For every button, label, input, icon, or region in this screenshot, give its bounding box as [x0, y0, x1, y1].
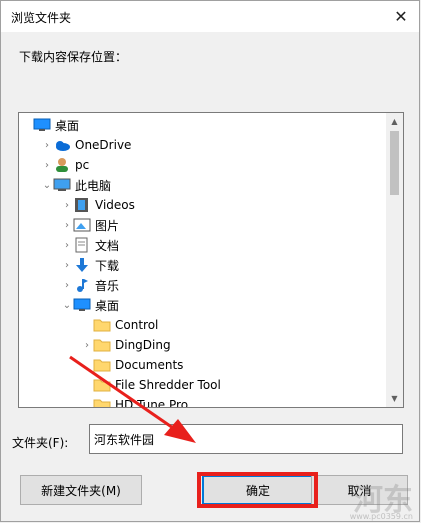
chevron-right-icon[interactable]: ›: [61, 235, 73, 255]
folder-icon: [93, 397, 111, 407]
tree-item-label: 文档: [95, 238, 120, 253]
folder-icon: [93, 317, 111, 333]
tree-item[interactable]: › DingDing: [19, 335, 387, 355]
tree-rows: 桌面 › OneDrive › pc ⌄ 此电脑 › Videos › 图片 › 文档 › 下载 › 音乐 ⌄ 桌面…: [19, 115, 387, 408]
tree-item[interactable]: › 音乐: [19, 275, 387, 295]
tree-item[interactable]: Control: [19, 315, 387, 335]
no-expander: [81, 355, 93, 375]
tree-item-label: Videos: [95, 198, 135, 212]
folder-icon: [93, 357, 111, 373]
tree-item[interactable]: › OneDrive: [19, 135, 387, 155]
prompt-text: 下载内容保存位置：: [19, 50, 128, 64]
no-expander: [81, 395, 93, 407]
chevron-right-icon[interactable]: ›: [61, 195, 73, 215]
no-expander: [81, 315, 93, 335]
scroll-thumb[interactable]: [390, 131, 399, 195]
videos-icon: [73, 197, 91, 213]
tree-item-label: pc: [75, 158, 90, 172]
tree-item-label: OneDrive: [75, 138, 132, 152]
chevron-right-icon[interactable]: ›: [41, 135, 53, 155]
browse-folder-dialog: 浏览文件夹 ✕ 下载内容保存位置： 桌面 › OneDrive › pc ⌄ 此电脑 › Vid…: [0, 0, 420, 522]
close-icon[interactable]: ✕: [387, 3, 415, 30]
pictures-icon: [73, 217, 91, 233]
tree-item-label: 桌面: [55, 118, 80, 133]
tree-item[interactable]: HD Tune Pro: [19, 395, 387, 408]
user-icon: [53, 157, 71, 173]
tree-item-label: DingDing: [115, 338, 171, 352]
folder-field-label: 文件夹(F):: [12, 436, 69, 450]
music-icon: [73, 277, 91, 293]
tree-item[interactable]: ⌄ 此电脑: [19, 175, 387, 195]
chevron-right-icon[interactable]: ›: [61, 275, 73, 295]
ok-button[interactable]: 确定: [202, 475, 314, 505]
desktop-icon: [73, 297, 91, 313]
documents-icon: [73, 237, 91, 253]
tree-item-label: Documents: [115, 358, 184, 372]
no-expander: [21, 115, 33, 135]
no-expander: [81, 375, 93, 395]
tree-item[interactable]: › Videos: [19, 195, 387, 215]
chevron-down-icon[interactable]: ⌄: [61, 295, 73, 315]
tree-item[interactable]: File Shredder Tool: [19, 375, 387, 395]
chevron-right-icon[interactable]: ›: [81, 335, 93, 355]
tree-item[interactable]: › 图片: [19, 215, 387, 235]
onedrive-icon: [53, 137, 71, 153]
tree-item[interactable]: › 文档: [19, 235, 387, 255]
tree-item[interactable]: › 下载: [19, 255, 387, 275]
chevron-right-icon[interactable]: ›: [41, 155, 53, 175]
tree-scrollbar[interactable]: ▲ ▼: [386, 113, 403, 407]
tree-item[interactable]: Documents: [19, 355, 387, 375]
tree-item[interactable]: 桌面: [19, 115, 387, 135]
folder-icon: [93, 377, 111, 393]
chevron-down-icon[interactable]: ⌄: [41, 175, 53, 195]
tree-item-label: 桌面: [95, 298, 120, 313]
dialog-title: 浏览文件夹: [11, 11, 72, 25]
new-folder-button[interactable]: 新建文件夹(M): [20, 475, 142, 505]
tree-item-label: 音乐: [95, 278, 120, 293]
chevron-right-icon[interactable]: ›: [61, 215, 73, 235]
folder-icon: [93, 337, 111, 353]
tree-item-label: 下载: [95, 258, 120, 273]
scroll-down-icon[interactable]: ▼: [386, 390, 403, 407]
scroll-up-icon[interactable]: ▲: [386, 113, 403, 130]
downloads-icon: [73, 257, 91, 273]
tree-item-label: 此电脑: [75, 178, 112, 193]
folder-name-input[interactable]: [89, 424, 403, 454]
desktop-icon: [33, 117, 51, 133]
computer-icon: [53, 177, 71, 193]
chevron-right-icon[interactable]: ›: [61, 255, 73, 275]
tree-item-label: 图片: [95, 218, 120, 233]
tree-item-label: File Shredder Tool: [115, 378, 221, 392]
tree-item-label: HD Tune Pro: [115, 398, 189, 408]
tree-item-label: Control: [115, 318, 159, 332]
tree-item[interactable]: › pc: [19, 155, 387, 175]
tree-item[interactable]: ⌄ 桌面: [19, 295, 387, 315]
cancel-button[interactable]: 取消: [311, 475, 408, 505]
title-bar: 浏览文件夹 ✕: [1, 1, 419, 32]
folder-tree[interactable]: 桌面 › OneDrive › pc ⌄ 此电脑 › Videos › 图片 › 文档 › 下载 › 音乐 ⌄ 桌面…: [18, 112, 404, 408]
